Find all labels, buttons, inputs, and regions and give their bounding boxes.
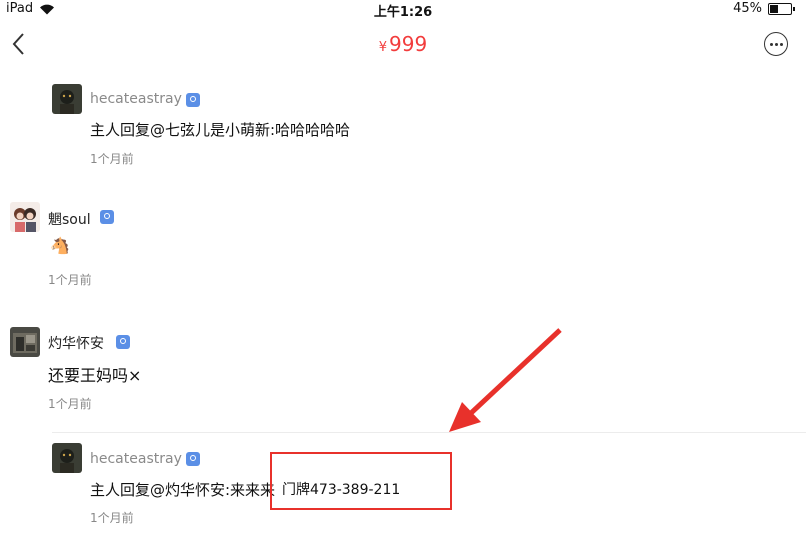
annotation-arrow-icon bbox=[449, 328, 562, 432]
